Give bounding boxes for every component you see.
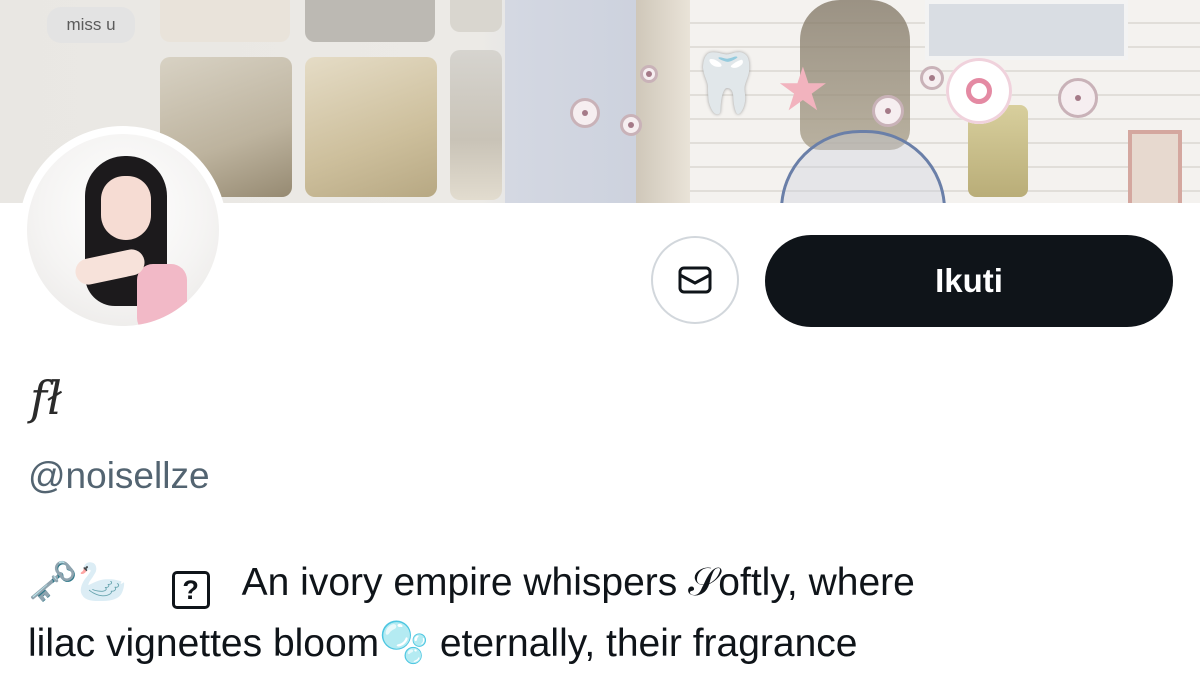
bubbles-emoji-icon: 🫧: [379, 620, 429, 666]
bio-text: lilac vignettes bloom: [28, 622, 380, 665]
tooth-sticker-icon: 🦷: [690, 51, 763, 116]
unknown-glyph-icon: ?: [171, 571, 210, 609]
avatar[interactable]: [27, 134, 219, 326]
key-emoji-icon: 🗝️: [28, 559, 78, 605]
swan-emoji-icon: 🦢: [77, 559, 128, 605]
banner-chat-bubble: miss u: [47, 7, 135, 43]
dot-sticker-icon: [920, 66, 944, 90]
banner-tile: [160, 0, 290, 42]
user-handle: @noisellze: [28, 455, 210, 496]
bio-line-2: lilac vignettes bloom🫧 eternally, their …: [28, 613, 1178, 674]
follow-button[interactable]: Ikuti: [765, 235, 1173, 327]
dot-sticker-icon: [872, 95, 904, 127]
dot-sticker-icon: [570, 98, 600, 128]
banner-picture-frame: [1128, 130, 1182, 203]
starfish-sticker-icon: ★: [776, 56, 830, 123]
banner-tile: [305, 0, 435, 42]
avatar-face: [101, 176, 151, 240]
profile-bio: 🗝️🦢? An ivory empire whispers 𝒮oftly, whe…: [28, 552, 1178, 674]
bio-text: An ivory empire whispers 𝒮oftly, where: [241, 561, 915, 604]
banner-candy-sticker: [946, 58, 1012, 124]
dot-sticker-icon: [1058, 78, 1098, 118]
message-button[interactable]: [651, 236, 739, 324]
banner-tile: [305, 57, 437, 197]
dot-sticker-icon: [620, 114, 642, 136]
display-name: fł: [30, 371, 62, 425]
avatar-outfit: [137, 264, 187, 326]
banner-tile: [450, 0, 502, 32]
banner-window: [925, 0, 1128, 60]
bio-line-1: 🗝️🦢? An ivory empire whispers 𝒮oftly, whe…: [28, 552, 1178, 613]
banner-tile: [450, 50, 502, 200]
dot-sticker-icon: [640, 65, 658, 83]
banner-wall: [505, 0, 637, 203]
envelope-icon: [678, 266, 712, 294]
bio-text: eternally, their fragrance: [428, 622, 858, 665]
banner-pillar: [636, 0, 690, 203]
